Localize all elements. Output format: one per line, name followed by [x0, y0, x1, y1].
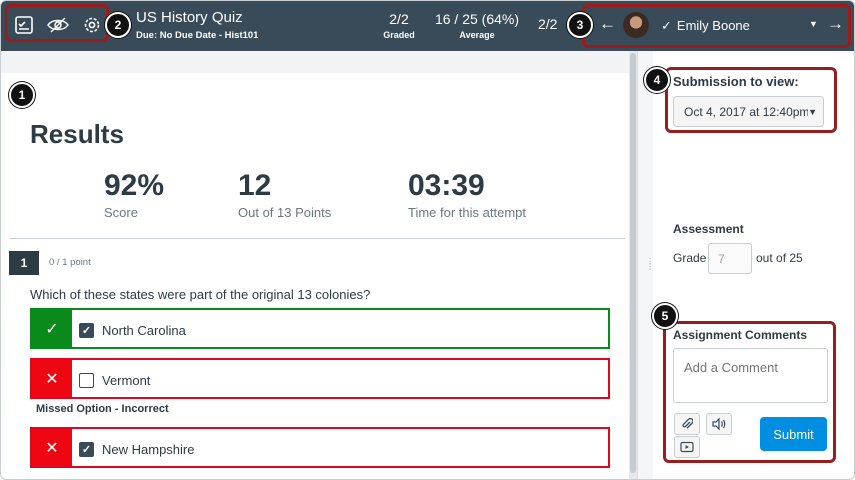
results-heading: Results	[30, 119, 124, 149]
answer-text: North Carolina	[102, 323, 186, 338]
answer-checkbox[interactable]: ✓	[79, 442, 94, 457]
quiz-due-date: Due: No Due Date - Hist101	[136, 30, 259, 41]
grade-input[interactable]: 7	[708, 243, 752, 274]
student-count: 2/2	[538, 16, 558, 32]
missed-option-note: Missed Option - Incorrect	[36, 403, 169, 415]
answer-checkbox[interactable]: ✓	[79, 323, 94, 338]
section-divider	[9, 238, 625, 239]
callout-box-icons	[5, 4, 109, 42]
quiz-title[interactable]: US History Quiz	[136, 9, 243, 26]
callout-box-student-nav	[582, 4, 851, 48]
metric-value: 92%	[104, 169, 165, 202]
time-metric: 03:39 Time for this attempt	[408, 169, 526, 220]
points-metric: 12 Out of 13 Points	[238, 169, 331, 220]
answer-option: ✓ ✓ North Carolina	[30, 308, 610, 349]
callout-box-comments	[663, 321, 836, 463]
callout-number: 3	[567, 12, 593, 38]
content-top-strip	[1, 51, 637, 73]
average-stat: 16 / 25 (64%) Average	[431, 11, 523, 40]
assessment-heading: Assessment	[673, 222, 744, 236]
callout-number: 2	[105, 12, 131, 38]
callout-number: 1	[9, 82, 35, 108]
metric-label: Time for this attempt	[408, 205, 526, 220]
callout-box-submission	[665, 67, 837, 133]
graded-value: 2/2	[389, 11, 409, 27]
question-number: 1	[9, 251, 39, 275]
graded-label: Graded	[383, 30, 415, 40]
graded-stat: 2/2 Graded	[379, 11, 419, 40]
speedgrader-window: US History Quiz Due: No Due Date - Hist1…	[0, 0, 855, 480]
callout-number: 4	[644, 67, 670, 93]
grade-label: Grade	[673, 251, 707, 265]
scrollbar-thumb[interactable]	[630, 53, 636, 473]
answer-checkbox[interactable]	[79, 373, 94, 388]
answer-text: New Hampshire	[102, 442, 195, 457]
grade-out-of: out of 25	[756, 251, 803, 265]
score-metric: 92% Score	[104, 169, 164, 220]
question-text: Which of these states were part of the o…	[30, 287, 371, 302]
average-label: Average	[459, 30, 495, 40]
question-points: 0 / 1 point	[49, 257, 91, 268]
correct-check-icon: ✓	[32, 310, 72, 347]
incorrect-x-icon: ✕	[32, 429, 72, 466]
metric-label: Score	[104, 205, 138, 220]
average-value: 16 / 25 (64%)	[434, 11, 520, 27]
answer-text: Vermont	[102, 373, 151, 388]
answer-option: ✕ Vermont	[30, 358, 610, 399]
answer-option: ✕ ✓ New Hampshire	[30, 427, 610, 468]
metric-value: 03:39	[408, 169, 485, 202]
callout-number: 5	[652, 303, 678, 329]
drag-handle-icon[interactable]: ⋮ ⋮	[646, 258, 654, 271]
incorrect-x-icon: ✕	[32, 360, 72, 397]
metric-label: Out of 13 Points	[238, 205, 332, 220]
metric-value: 12	[238, 169, 272, 202]
